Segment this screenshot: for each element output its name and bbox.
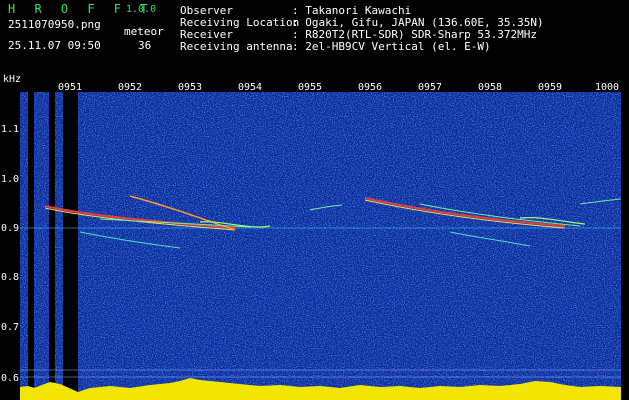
frequency-axis-unit: kHz [3,74,22,85]
y-tick-label: 1.1 [1,124,20,135]
data-gap [28,92,34,387]
info-value: : 2el-HB9CV Vertical (el. E-W) [292,40,491,53]
info-row-antenna: Receiving antenna : 2el-HB9CV Vertical (… [180,41,544,53]
y-tick-label: 0.9 [1,223,20,234]
data-gap [63,92,78,400]
spectrogram-plot [20,92,621,400]
y-tick-label: 0.8 [1,272,20,283]
meteor-count: 36 [138,39,152,52]
hrofft-window: H R O F F T 1.0.0 2511070950.png meteor … [0,0,629,400]
meteor-label: meteor [124,25,164,38]
app-version: 1.0.0 [126,4,157,15]
data-gap [49,92,55,400]
station-info: Observer : Takanori Kawachi Receiving Lo… [180,5,544,53]
y-tick-label: 0.6 [1,373,20,384]
info-label: Receiving antenna [180,40,293,53]
y-tick-label: 1.0 [1,174,20,185]
date-time: 25.11.07 09:50 [8,39,101,52]
y-tick-label: 0.7 [1,322,20,333]
file-name: 2511070950.png [8,18,101,31]
spectrogram-noise [20,92,621,400]
